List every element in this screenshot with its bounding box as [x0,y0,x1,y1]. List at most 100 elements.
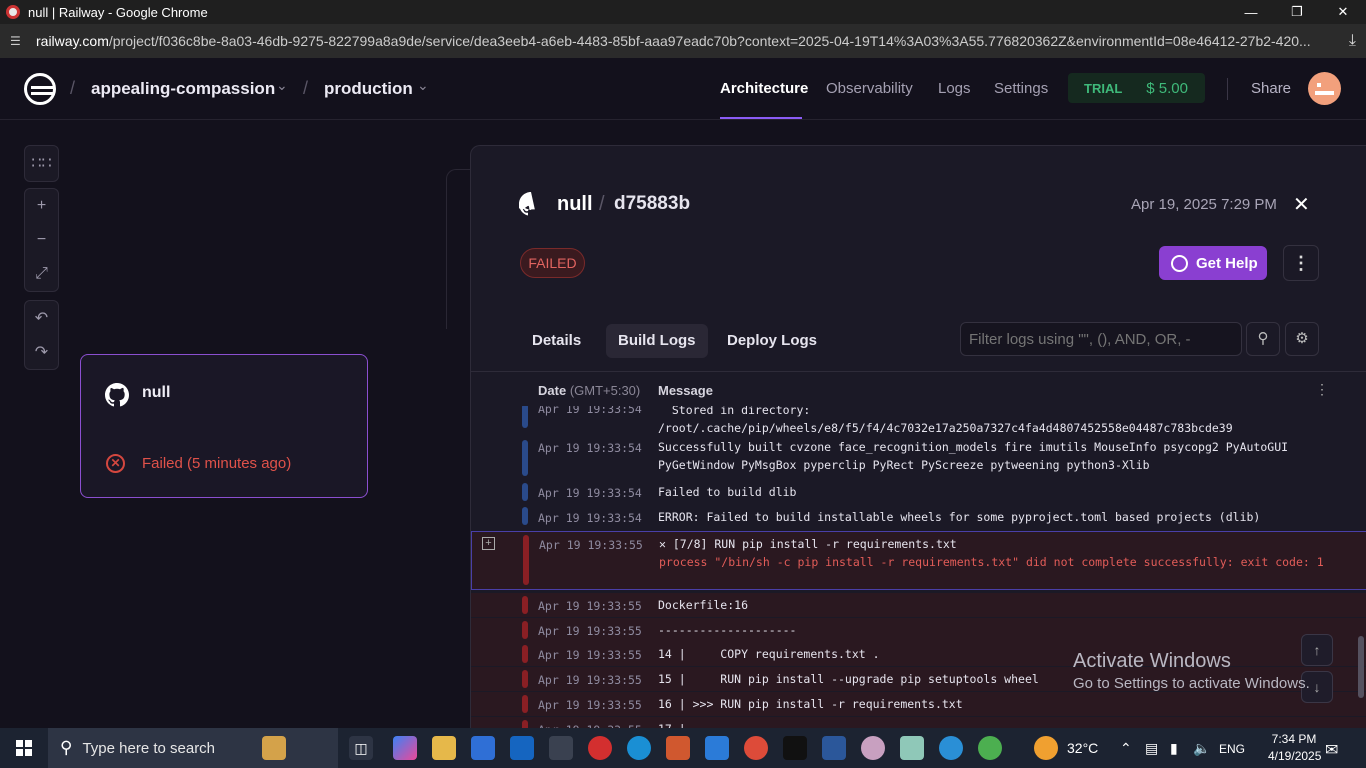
log-row[interactable]: Apr 19 19:33:5517 | [471,717,1366,728]
log-timestamp: Apr 19 19:33:55 [538,599,642,613]
log-row[interactable]: Apr 19 19:33:54 Failed to build dlib [471,481,1366,503]
log-level-bar [522,483,528,501]
log-level-bar [522,507,528,525]
minimize-button[interactable]: — [1228,0,1274,24]
language-indicator[interactable]: ENG [1219,742,1245,756]
taskbar-search[interactable]: ⚲ Type here to search [48,728,338,768]
redo-icon[interactable]: ↷ [25,335,58,369]
project-name[interactable]: appealing-compassion [91,79,275,99]
vscode-icon[interactable] [705,736,729,760]
log-message: Failed to build dlib [658,485,797,499]
search-icon[interactable]: ⚲ [1246,322,1280,356]
tab-deploy-logs[interactable]: Deploy Logs [715,324,829,358]
deployment-panel: null / d75883b Apr 19, 2025 7:29 PM ✕ FA… [470,145,1366,728]
title-separator: / [599,193,605,215]
terminal-icon[interactable] [783,736,807,760]
notification-icon[interactable]: ✉ [1325,740,1338,760]
clock-date: 4/19/2025 [1268,749,1322,763]
outlook-icon[interactable] [510,736,534,760]
zoom-in-icon[interactable]: + [25,189,58,223]
log-timestamp: Apr 19 19:33:54 [538,441,642,455]
log-level-bar [522,645,528,663]
gear-icon[interactable]: ⚙ [1285,322,1319,356]
powerpoint-icon[interactable] [666,736,690,760]
log-row[interactable]: Apr 19 19:33:54 Successfully built cvzone… [471,436,1366,476]
log-timestamp: Apr 19 19:33:54 [538,406,642,416]
scrollbar[interactable] [1358,636,1364,698]
start-button[interactable] [0,728,48,768]
repo-name[interactable]: null [557,193,593,216]
chrome-profile-icon[interactable] [978,736,1002,760]
undo-icon[interactable]: ↶ [25,301,58,335]
log-level-bar [522,406,528,428]
site-info-icon[interactable]: ☰ [10,35,24,47]
word-icon[interactable] [822,736,846,760]
address-bar[interactable]: ☰ railway.com/project/f036c8be-8a03-46db… [0,24,1366,58]
railway-logo-icon[interactable] [24,73,56,105]
app-icon[interactable] [861,736,885,760]
chevron-up-icon[interactable]: ⌃ [1120,740,1132,757]
tab-build-logs[interactable]: Build Logs [606,324,708,358]
weather-icon[interactable] [1034,736,1058,760]
file-explorer-icon[interactable] [432,736,456,760]
recorder-icon[interactable] [588,736,612,760]
clock[interactable]: 7:34 PM 4/19/2025 [1268,731,1322,765]
log-row[interactable]: + Apr 19 19:33:55 ✕ [7/8] RUN pip install … [471,531,1366,590]
search-icon: ⚲ [60,738,73,757]
more-options-icon[interactable]: ⋮ [1283,245,1319,281]
edge-icon[interactable] [627,736,651,760]
widgets-icon[interactable] [262,736,286,760]
log-message: ERROR: Failed to build installable wheel… [658,510,1261,524]
network-icon[interactable]: ▤ [1145,740,1158,757]
nav-settings[interactable]: Settings [994,80,1048,97]
fit-view-icon[interactable]: ⤢ [25,257,58,291]
grid-icon[interactable]: ∷∷ [25,146,58,180]
log-timestamp: Apr 19 19:33:54 [538,486,642,500]
battery-icon[interactable]: ▮ [1170,740,1178,757]
url-text[interactable]: railway.com/project/f036c8be-8a03-46db-9… [36,33,1316,49]
chrome-icon[interactable] [744,736,768,760]
close-icon[interactable]: ✕ [1293,192,1310,217]
chevron-down-icon[interactable]: ⌄ [276,77,288,94]
chevron-down-icon[interactable]: ⌄ [417,77,429,94]
trial-label: TRIAL [1084,80,1123,96]
share-button[interactable]: Share [1251,80,1291,97]
log-level-bar [523,535,529,585]
docker-icon[interactable] [939,736,963,760]
nav-logs[interactable]: Logs [938,80,971,97]
deploy-date: Apr 19, 2025 7:29 PM [1131,196,1277,213]
log-row[interactable]: Apr 19 19:33:55 Dockerfile:16 [471,593,1366,617]
log-message: Stored in directory: /root/.cache/pip/wh… [658,406,1233,435]
nav-observability[interactable]: Observability [826,80,913,97]
download-icon[interactable]: ⤓ [1349,32,1356,50]
log-row[interactable]: Apr 19 19:33:54 Stored in directory: /ro… [471,406,1366,435]
volume-icon[interactable]: 🔈 [1193,740,1210,757]
app-icon[interactable] [900,736,924,760]
log-row[interactable]: Apr 19 19:33:54 ERROR: Failed to build in… [471,505,1366,527]
log-row[interactable]: Apr 19 19:33:55 16 | >>> RUN pip install … [471,692,1366,716]
breadcrumb-separator: / [70,78,76,98]
column-options-icon[interactable]: ⋮ [1315,381,1329,398]
task-view-icon[interactable]: ◫ [349,736,373,760]
app-icon[interactable] [549,736,573,760]
nav-architecture[interactable]: Architecture [720,80,808,97]
avatar[interactable] [1308,72,1341,105]
close-window-button[interactable]: ✕ [1320,0,1366,24]
copilot-icon[interactable] [393,736,417,760]
environment-name[interactable]: production [324,79,413,99]
trial-badge[interactable]: TRIAL $ 5.00 [1068,73,1205,103]
commit-hash[interactable]: d75883b [614,193,690,215]
log-message: 15 | RUN pip install --upgrade pip setup… [658,672,1039,686]
zoom-out-icon[interactable]: − [25,223,58,257]
get-help-button[interactable]: Get Help [1159,246,1267,280]
log-level-bar [522,720,528,728]
expand-icon[interactable]: + [482,537,495,550]
log-filter-input[interactable] [960,322,1242,356]
tab-details[interactable]: Details [520,324,593,358]
restore-button[interactable]: ❐ [1274,0,1320,24]
weather-temp[interactable]: 32°C [1067,740,1098,756]
store-icon[interactable] [471,736,495,760]
log-row[interactable]: Apr 19 19:33:55 -------------------- [471,618,1366,642]
service-card[interactable]: null ✕ Failed (5 minutes ago) [80,354,368,498]
divider [1227,78,1228,100]
